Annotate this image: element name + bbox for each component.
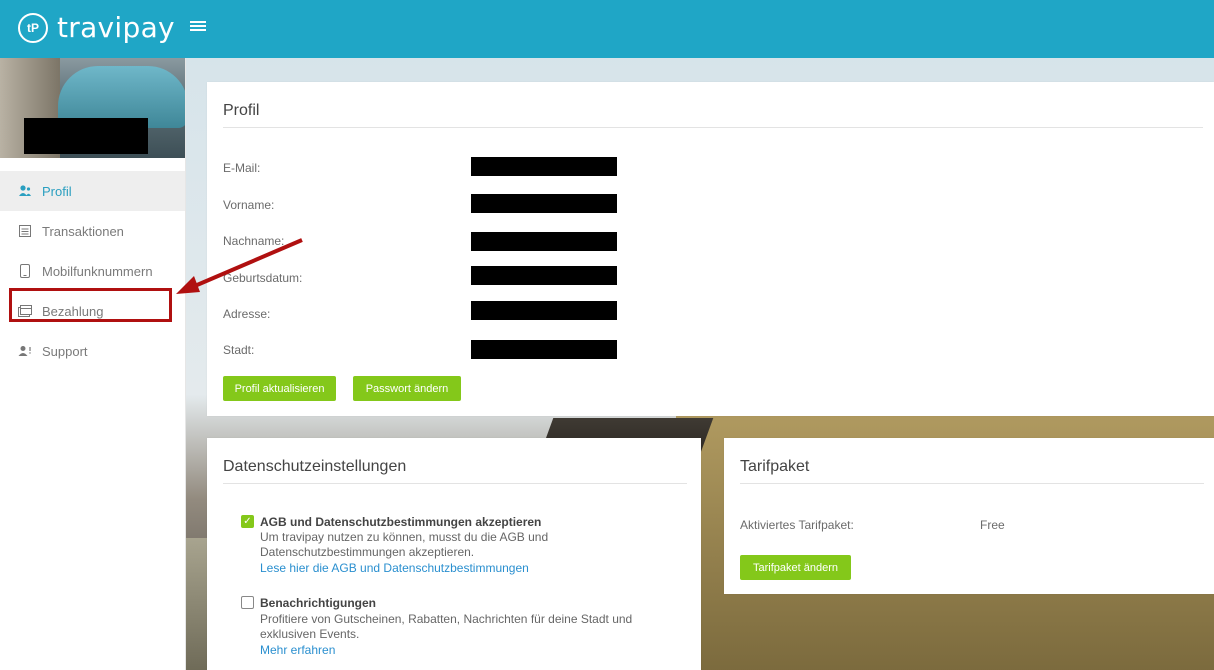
annotation-arrow-icon — [176, 238, 303, 294]
sidebar-item-label: Support — [42, 343, 88, 359]
sidebar-item-transaktionen[interactable]: Transaktionen — [0, 211, 185, 251]
highlight-annotation-box — [9, 288, 172, 322]
main-content: Profil E-Mail: Vorname: Nachname: Geburt… — [186, 58, 1214, 670]
profile-card: Profil E-Mail: Vorname: Nachname: Geburt… — [207, 82, 1214, 416]
sidebar-item-support[interactable]: Support — [0, 331, 185, 371]
vorname-label: Vorname: — [223, 198, 275, 212]
logo-mark-icon: tP — [18, 13, 48, 43]
list-icon — [18, 224, 32, 238]
profile-divider — [223, 127, 1203, 128]
privacy-divider — [223, 483, 687, 484]
change-password-button[interactable]: Passwort ändern — [353, 376, 461, 401]
update-profile-button[interactable]: Profil aktualisieren — [223, 376, 336, 401]
cover-image — [0, 58, 185, 158]
notifications-checkbox[interactable] — [241, 596, 254, 609]
stadt-value-redacted — [471, 340, 617, 359]
sidebar-item-profil[interactable]: Profil — [0, 171, 185, 211]
geburtsdatum-value-redacted — [471, 266, 617, 285]
sidebar-nav: Profil Transaktionen Mobilfunknummern Be… — [0, 171, 185, 371]
stadt-label: Stadt: — [223, 343, 255, 357]
privacy-card: Datenschutzeinstellungen ✓ AGB und Daten… — [207, 438, 701, 670]
tariff-card: Tarifpaket Aktiviertes Tarifpaket: Free … — [724, 438, 1214, 594]
sidebar-item-mobilfunknummern[interactable]: Mobilfunknummern — [0, 251, 185, 291]
tariff-divider — [740, 483, 1204, 484]
agb-checkbox[interactable]: ✓ — [241, 515, 254, 528]
profile-icon — [18, 184, 32, 198]
phone-icon — [18, 264, 32, 278]
email-value-redacted — [471, 157, 617, 176]
top-bar: tP travipay — [0, 0, 1214, 58]
privacy-title: Datenschutzeinstellungen — [223, 458, 407, 475]
agb-description-line2: Datenschutzbestimmungen akzeptieren. — [260, 545, 475, 559]
logo[interactable]: tP travipay — [18, 13, 175, 43]
email-label: E-Mail: — [223, 161, 261, 175]
sidebar: Profil Transaktionen Mobilfunknummern Be… — [0, 58, 186, 670]
profile-title: Profil — [223, 102, 260, 119]
notifications-title: Benachrichtigungen — [260, 596, 377, 610]
sidebar-item-label: Transaktionen — [42, 223, 124, 239]
notifications-description-line2: exklusiven Events. — [260, 627, 360, 641]
sidebar-item-label: Mobilfunknummern — [42, 263, 153, 279]
vorname-value-redacted — [471, 194, 617, 213]
nachname-value-redacted — [471, 232, 617, 251]
tariff-label: Aktiviertes Tarifpaket: — [740, 518, 854, 532]
agb-link[interactable]: Lese hier die AGB und Datenschutzbestimm… — [260, 561, 529, 575]
app-name: travipay — [57, 11, 175, 44]
hamburger-icon[interactable] — [190, 18, 206, 34]
change-tariff-button[interactable]: Tarifpaket ändern — [740, 555, 851, 580]
notifications-more-link[interactable]: Mehr erfahren — [260, 643, 335, 657]
adresse-label: Adresse: — [223, 307, 271, 321]
agb-title: AGB und Datenschutzbestimmungen akzeptie… — [260, 515, 542, 529]
notifications-description-line1: Profitiere von Gutscheinen, Rabatten, Na… — [260, 612, 633, 626]
agb-description-line1: Um travipay nutzen zu können, musst du d… — [260, 530, 549, 544]
adresse-value-redacted — [471, 301, 617, 320]
tariff-title: Tarifpaket — [740, 458, 810, 475]
tariff-value: Free — [980, 518, 1005, 532]
sidebar-item-label: Profil — [42, 183, 72, 199]
redacted-username — [24, 118, 148, 154]
support-icon — [18, 344, 32, 358]
